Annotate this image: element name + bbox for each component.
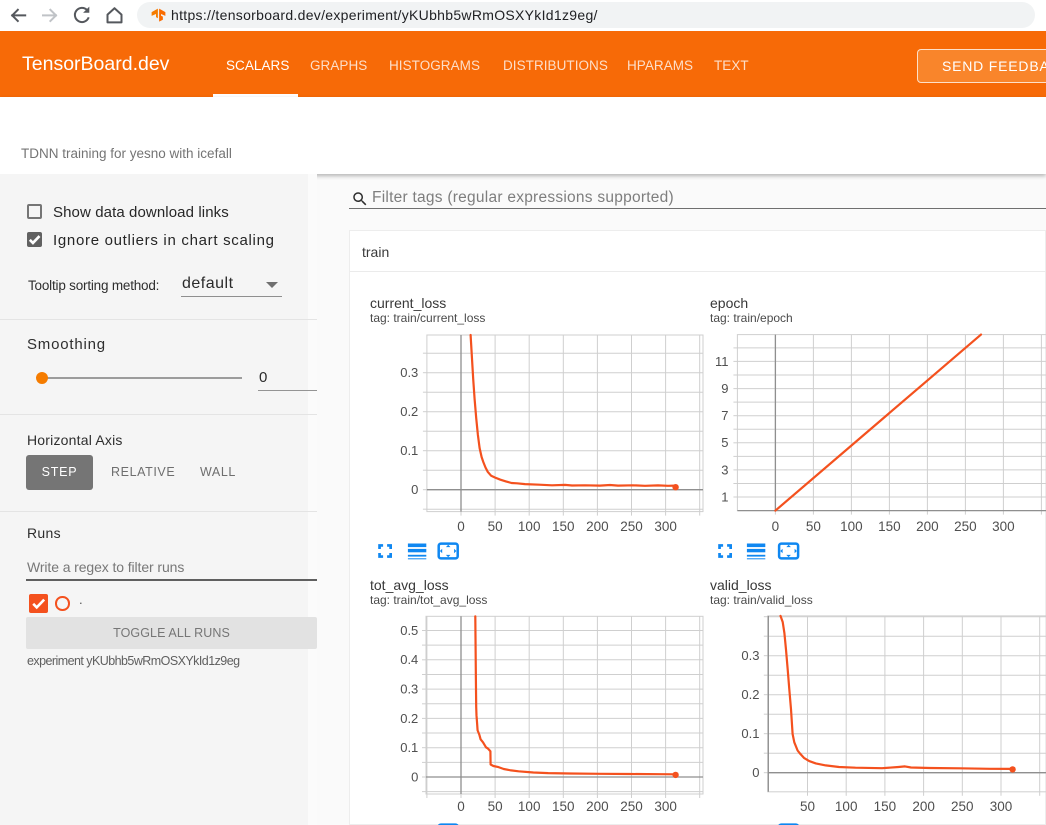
svg-text:100: 100 — [518, 799, 541, 814]
svg-text:0: 0 — [457, 799, 465, 814]
svg-text:0.2: 0.2 — [741, 687, 759, 702]
svg-text:250: 250 — [951, 799, 974, 814]
svg-text:150: 150 — [552, 799, 575, 814]
svg-text:100: 100 — [518, 519, 541, 534]
svg-text:50: 50 — [488, 799, 503, 814]
svg-text:300: 300 — [654, 519, 677, 534]
svg-text:0: 0 — [411, 769, 418, 784]
svg-text:0.1: 0.1 — [400, 740, 418, 755]
svg-text:0.3: 0.3 — [400, 682, 418, 697]
svg-text:200: 200 — [912, 799, 935, 814]
svg-text:300: 300 — [990, 799, 1013, 814]
svg-text:0: 0 — [752, 765, 759, 780]
svg-text:100: 100 — [840, 519, 863, 534]
svg-text:0.2: 0.2 — [400, 711, 418, 726]
svg-text:100: 100 — [835, 799, 858, 814]
svg-text:0.2: 0.2 — [400, 404, 418, 419]
svg-text:5: 5 — [721, 435, 728, 450]
svg-text:0: 0 — [772, 519, 780, 534]
svg-text:1: 1 — [721, 489, 728, 504]
svg-text:150: 150 — [878, 519, 901, 534]
svg-text:50: 50 — [806, 519, 821, 534]
svg-text:200: 200 — [586, 519, 609, 534]
svg-text:9: 9 — [721, 381, 728, 396]
svg-text:0: 0 — [411, 482, 418, 497]
svg-text:50: 50 — [488, 519, 503, 534]
svg-text:200: 200 — [916, 519, 939, 534]
svg-text:0.3: 0.3 — [400, 365, 418, 380]
svg-text:11: 11 — [715, 354, 729, 369]
svg-text:300: 300 — [654, 799, 677, 814]
svg-text:0.1: 0.1 — [400, 443, 418, 458]
svg-text:0: 0 — [457, 519, 465, 534]
svg-text:3: 3 — [721, 462, 728, 477]
svg-text:300: 300 — [992, 519, 1015, 534]
svg-text:0.3: 0.3 — [741, 648, 759, 663]
svg-text:150: 150 — [874, 799, 897, 814]
svg-text:0.5: 0.5 — [400, 623, 418, 638]
svg-text:150: 150 — [552, 519, 575, 534]
svg-text:7: 7 — [721, 408, 728, 423]
svg-text:0.4: 0.4 — [400, 652, 418, 667]
svg-text:250: 250 — [954, 519, 977, 534]
svg-text:250: 250 — [620, 799, 643, 814]
svg-text:0.1: 0.1 — [741, 726, 759, 741]
svg-text:250: 250 — [620, 519, 643, 534]
svg-text:200: 200 — [586, 799, 609, 814]
svg-text:50: 50 — [800, 799, 815, 814]
